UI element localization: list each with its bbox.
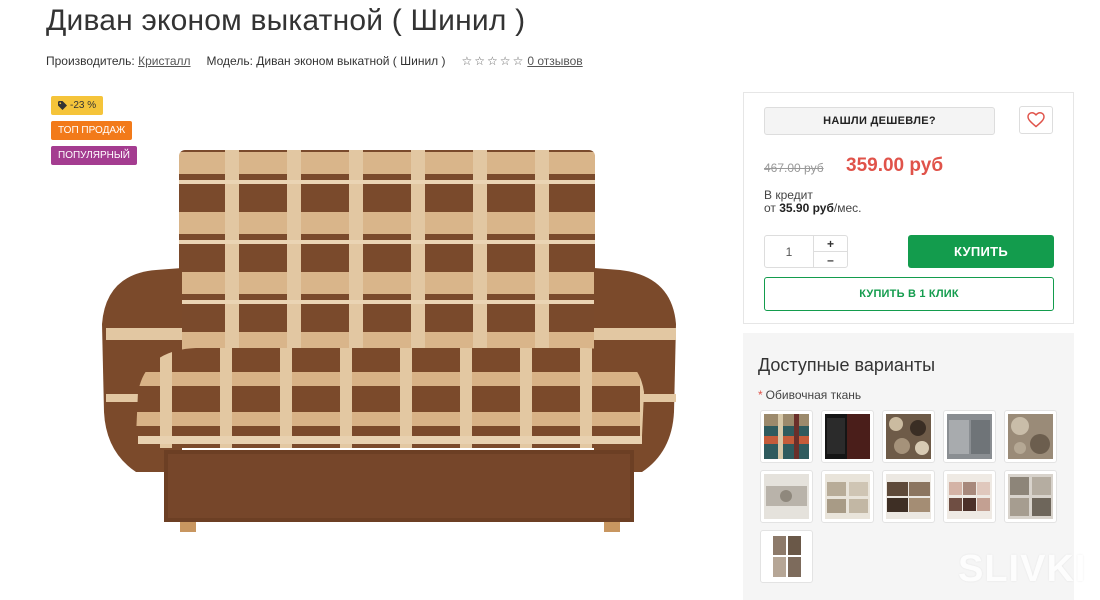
quantity-increase-button[interactable]: + (814, 236, 847, 251)
variants-title: Доступные варианты (758, 355, 936, 375)
fabric-swatch[interactable] (1004, 470, 1057, 523)
heart-icon (1027, 112, 1045, 128)
fabric-swatch[interactable] (1004, 410, 1057, 463)
star-icon: ☆ (474, 54, 486, 68)
product-badges: -23 % ТОП ПРОДАЖ ПОПУЛЯРНЫЙ (51, 96, 137, 165)
product-image[interactable] (46, 92, 702, 572)
fabric-option-text: Обивочная ткань (765, 388, 862, 402)
star-icon: ☆ (499, 54, 511, 68)
discount-value: -23 % (70, 100, 97, 111)
quantity-decrease-button[interactable]: – (814, 251, 847, 267)
rating-stars[interactable]: ☆ ☆ ☆ ☆ ☆ (462, 54, 524, 68)
credit-terms: от 35.90 руб/мес. (764, 202, 861, 215)
found-cheaper-button[interactable]: НАШЛИ ДЕШЕВЛЕ? (764, 107, 995, 135)
star-icon: ☆ (512, 54, 524, 68)
product-meta: Производитель: Кристалл Модель: Диван эк… (46, 54, 583, 68)
fabric-swatch[interactable] (882, 470, 935, 523)
buy-box: НАШЛИ ДЕШЕВЛЕ? 467.00 руб 359.00 руб В к… (743, 92, 1074, 324)
fabric-option-label: * Обивочная ткань (758, 388, 861, 402)
page-title: Диван эконом выкатной ( Шинил ) (46, 4, 526, 37)
manufacturer-label: Производитель: (46, 54, 135, 68)
quantity-controls: + – (814, 236, 847, 267)
popular-badge: ПОПУЛЯРНЫЙ (51, 146, 137, 165)
current-price: 359.00 руб (846, 155, 944, 176)
required-mark: * (758, 388, 763, 402)
buy-one-click-button[interactable]: КУПИТЬ В 1 КЛИК (764, 277, 1054, 311)
fabric-swatch[interactable] (943, 410, 996, 463)
credit-prefix: от (764, 201, 776, 215)
fabric-swatch[interactable] (882, 410, 935, 463)
fabric-swatch[interactable] (760, 530, 813, 583)
fabric-swatch[interactable] (760, 470, 813, 523)
tag-icon (58, 101, 67, 110)
wishlist-button[interactable] (1019, 106, 1053, 134)
reviews-link[interactable]: 0 отзывов (527, 54, 582, 68)
manufacturer-link[interactable]: Кристалл (138, 54, 190, 68)
credit-amount: 35.90 руб (779, 201, 834, 215)
watermark-logo: SLIVKI (958, 548, 1087, 590)
quantity-input[interactable]: 1 (765, 236, 814, 267)
fabric-swatch[interactable] (821, 470, 874, 523)
fabric-swatch[interactable] (821, 410, 874, 463)
discount-badge: -23 % (51, 96, 104, 115)
model-label: Модель: (206, 54, 253, 68)
top-sales-badge: ТОП ПРОДАЖ (51, 121, 133, 140)
manufacturer-info: Производитель: Кристалл (46, 54, 191, 68)
star-icon: ☆ (461, 54, 473, 68)
buy-button[interactable]: КУПИТЬ (908, 235, 1054, 268)
credit-suffix: /мес. (833, 201, 862, 215)
model-value: Диван эконом выкатной ( Шинил ) (256, 54, 446, 68)
quantity-stepper: 1 + – (764, 235, 848, 268)
model-info: Модель: Диван эконом выкатной ( Шинил ) (207, 54, 446, 68)
fabric-swatch[interactable] (943, 470, 996, 523)
credit-info: В кредит от 35.90 руб/мес. (764, 189, 861, 215)
fabric-swatch[interactable] (760, 410, 813, 463)
old-price: 467.00 руб (764, 161, 824, 175)
star-icon: ☆ (487, 54, 498, 68)
